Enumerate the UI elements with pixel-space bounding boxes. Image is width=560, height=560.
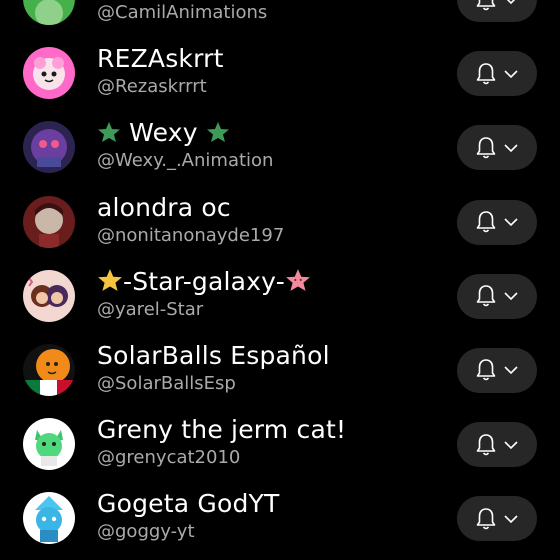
notification-button[interactable] bbox=[457, 273, 537, 319]
solarballs-avatar-icon[interactable] bbox=[23, 343, 75, 396]
camil-avatar-icon[interactable] bbox=[23, 0, 75, 25]
bell-icon bbox=[476, 0, 496, 10]
notification-button[interactable] bbox=[457, 0, 537, 22]
bell-icon bbox=[476, 62, 496, 84]
channel-name[interactable]: SolarBalls Español bbox=[97, 341, 330, 371]
notification-button[interactable] bbox=[457, 347, 537, 393]
bell-icon bbox=[476, 508, 496, 530]
chevron-down-icon bbox=[507, 0, 515, 4]
channel-row[interactable]: -Star-galaxy- @yarel-Star bbox=[0, 259, 560, 333]
notification-button[interactable] bbox=[457, 496, 537, 542]
channel-row[interactable]: Greny the jerm cat! @grenycat2010 bbox=[0, 407, 560, 481]
channel-handle: @goggy-yt bbox=[97, 521, 195, 543]
channel-handle: @grenycat2010 bbox=[97, 447, 241, 469]
chevron-down-icon bbox=[504, 441, 518, 449]
green-star-icon bbox=[98, 122, 120, 143]
channel-row[interactable]: Wexy @Wexy._.Animation bbox=[0, 110, 560, 184]
channel-handle: @Wexy._.Animation bbox=[97, 150, 274, 172]
bell-icon bbox=[476, 137, 496, 159]
bell-icon bbox=[476, 285, 496, 307]
star-galaxy-avatar-icon[interactable] bbox=[23, 269, 75, 322]
channel-row[interactable]: SolarBalls Español @SolarBallsEsp bbox=[0, 333, 560, 407]
subscription-list: @CamilAnimations REZAskrrt @Rezaskrrrt W… bbox=[0, 0, 560, 556]
channel-row[interactable]: Gogeta GodYT @goggy-yt bbox=[0, 481, 560, 555]
chevron-down-icon bbox=[504, 218, 518, 227]
chevron-down-icon bbox=[504, 515, 518, 523]
bell-icon bbox=[476, 211, 496, 233]
channel-row[interactable]: alondra oc @nonitanonayde197 bbox=[0, 185, 560, 259]
channel-handle: @CamilAnimations bbox=[97, 2, 268, 23]
channel-name[interactable]: Wexy bbox=[97, 118, 230, 148]
channel-row[interactable]: @CamilAnimations bbox=[0, 0, 560, 36]
channel-name[interactable]: alondra oc bbox=[97, 193, 231, 223]
notification-button[interactable] bbox=[457, 125, 537, 171]
chevron-down-icon bbox=[504, 366, 518, 375]
yellow-star-icon bbox=[98, 268, 122, 291]
gogeta-avatar-icon[interactable] bbox=[23, 492, 75, 545]
channel-name[interactable]: -Star-galaxy- bbox=[97, 267, 311, 297]
channel-handle: @nonitanonayde197 bbox=[97, 224, 285, 246]
chevron-down-icon bbox=[504, 144, 518, 153]
bell-icon bbox=[476, 359, 496, 381]
channel-handle: @SolarBallsEsp bbox=[97, 372, 236, 394]
greny-avatar-icon[interactable] bbox=[23, 418, 75, 471]
channel-name[interactable]: REZAskrrt bbox=[97, 44, 224, 74]
rezaskrrt-avatar-icon[interactable] bbox=[23, 47, 75, 100]
channel-name-text: -Star-galaxy- bbox=[123, 266, 285, 296]
wexy-avatar-icon[interactable] bbox=[23, 121, 75, 174]
channel-name[interactable]: Gogeta GodYT bbox=[97, 489, 279, 519]
green-star-icon bbox=[206, 122, 229, 143]
pink-star-icon bbox=[286, 268, 310, 291]
channel-handle: @yarel-Star bbox=[97, 298, 204, 320]
notification-button[interactable] bbox=[457, 51, 537, 97]
notification-button[interactable] bbox=[457, 422, 537, 468]
channel-row[interactable]: REZAskrrt @Rezaskrrrt bbox=[0, 36, 560, 110]
alondra-avatar-icon[interactable] bbox=[23, 195, 75, 248]
chevron-down-icon bbox=[504, 70, 518, 78]
chevron-down-icon bbox=[504, 292, 518, 301]
channel-name[interactable]: Greny the jerm cat! bbox=[97, 415, 346, 445]
channel-name-text: Wexy bbox=[129, 118, 198, 148]
channel-handle: @Rezaskrrrt bbox=[97, 76, 207, 98]
notification-button[interactable] bbox=[457, 199, 537, 245]
bell-icon bbox=[476, 433, 496, 455]
